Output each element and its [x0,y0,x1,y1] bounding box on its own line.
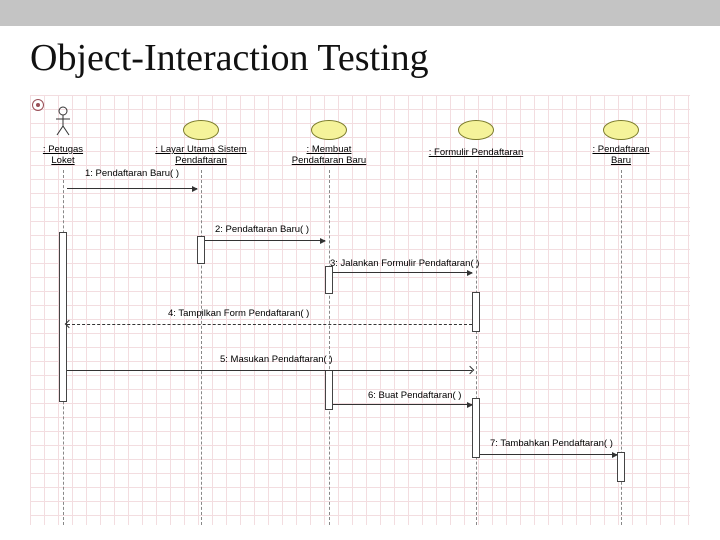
ellipse-p5 [603,120,639,140]
ellipse-p3 [311,120,347,140]
msg-5: 5: Masukan Pendaftaran( ) [220,354,332,365]
actor-petugas-loket [54,106,72,136]
lifeline-p4 [476,170,477,525]
slide: Object-Interaction Testing : Petugas Lok… [0,0,720,540]
activation-p3a [325,266,333,294]
arrow-7 [480,454,617,455]
arrow-3 [333,272,472,273]
msg-3: 3: Jalankan Formulir Pendaftaran( ) [330,258,479,269]
ellipse-p4 [458,120,494,140]
arrow-4 [67,324,472,325]
msg-2: 2: Pendaftaran Baru( ) [215,224,309,235]
lbl-p4: : Formulir Pendaftaran [420,147,532,158]
lbl-p5: : Pendaftaran Baru [585,144,657,166]
msg-6: 6: Buat Pendaftaran( ) [368,390,461,401]
activation-p2 [197,236,205,264]
activation-p4a [472,292,480,332]
lbl-p1: : Petugas Loket [38,144,88,166]
activation-p1 [59,232,67,402]
msg-7: 7: Tambahkan Pendaftaran( ) [490,438,613,449]
activation-p4b [472,398,480,458]
slide-topbar [0,0,720,26]
ellipse-p2 [183,120,219,140]
lbl-p2: : Layar Utama Sistem Pendaftaran [152,144,250,166]
slide-title: Object-Interaction Testing [30,36,429,80]
arrow-1 [67,188,197,189]
activation-p3b [325,370,333,410]
activation-p5 [617,452,625,482]
lbl-p3: : Membuat Pendaftaran Baru [289,144,369,166]
arrow-6 [333,404,472,405]
stick-figure-icon [54,106,72,136]
bullet-icon [32,99,44,111]
msg-1: 1: Pendaftaran Baru( ) [85,168,179,179]
arrow-5 [67,370,472,371]
arrow-2 [205,240,325,241]
lifeline-p3 [329,170,330,525]
msg-4: 4: Tampilkan Form Pendaftaran( ) [168,308,309,319]
lifeline-p2 [201,170,202,525]
